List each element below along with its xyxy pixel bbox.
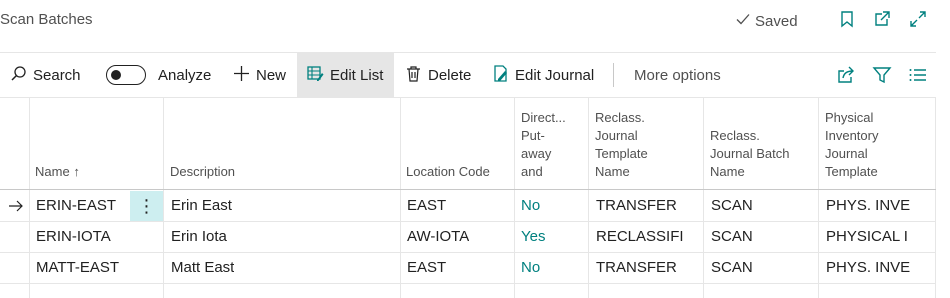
name-cell[interactable]: ERIN-IOTA — [36, 222, 111, 252]
header-line: Name — [710, 164, 745, 179]
saved-label: Saved — [755, 12, 798, 30]
delete-label: Delete — [428, 66, 472, 84]
directed-putaway-cell[interactable]: No — [521, 253, 540, 283]
column-header-directed-putaway[interactable]: Direct... Put- away and — [521, 109, 566, 181]
description-cell[interactable]: Erin Iota — [171, 222, 227, 252]
analyze-label: Analyze — [158, 66, 212, 84]
directed-putaway-cell[interactable]: No — [521, 191, 540, 221]
header-line: Reclass. — [710, 128, 760, 143]
search-icon — [10, 65, 27, 86]
header-line: Physical — [825, 110, 874, 125]
directed-putaway-cell[interactable]: Yes — [521, 222, 545, 252]
edit-list-icon — [307, 65, 324, 86]
location-code-cell[interactable]: EAST — [407, 191, 446, 221]
saved-status: Saved — [735, 11, 798, 31]
physical-template-cell[interactable]: PHYS. INVE — [826, 253, 931, 283]
action-divider — [613, 63, 614, 87]
header-line: Put- — [521, 128, 545, 143]
header-line: Name — [595, 164, 630, 179]
column-header-description[interactable]: Description — [170, 163, 235, 181]
row-actions-icon[interactable]: ⋮ — [130, 191, 163, 221]
reclass-batch-cell[interactable]: SCAN — [711, 222, 753, 252]
table-header: Name ↑ Description Location Code Direct.… — [0, 98, 936, 190]
reclass-batch-cell[interactable]: SCAN — [711, 253, 753, 283]
column-header-reclass-template[interactable]: Reclass. Journal Template Name — [595, 109, 648, 181]
edit-list-button[interactable]: Edit List — [297, 53, 394, 97]
header-line: Reclass. — [595, 110, 645, 125]
reclass-template-cell[interactable]: TRANSFER — [596, 191, 677, 221]
header-line: Journal Batch — [710, 146, 790, 161]
reclass-template-cell[interactable]: RECLASSIFI — [596, 222, 684, 252]
description-cell[interactable]: Erin East — [171, 191, 232, 221]
more-options-label: More options — [634, 66, 721, 84]
header-line: Template — [825, 164, 878, 179]
share-icon[interactable] — [836, 65, 856, 85]
page-title: Scan Batches — [0, 11, 93, 28]
name-cell[interactable]: MATT-EAST — [36, 253, 119, 283]
sort-ascending-icon: ↑ — [73, 164, 80, 179]
table-row[interactable]: ERIN-IOTA Erin Iota AW-IOTA Yes RECLASSI… — [0, 222, 936, 253]
column-header-physical-template[interactable]: Physical Inventory Journal Template — [825, 109, 878, 181]
edit-journal-label: Edit Journal — [515, 66, 595, 84]
more-options-button[interactable]: More options — [634, 53, 721, 97]
search-label: Search — [33, 66, 81, 84]
name-header-label: Name — [35, 164, 70, 179]
header-line: Inventory — [825, 128, 879, 143]
current-row-arrow-icon — [8, 198, 24, 214]
open-new-window-icon[interactable] — [873, 10, 891, 28]
name-cell[interactable]: ERIN-EAST — [36, 191, 116, 221]
delete-button[interactable]: Delete — [405, 53, 471, 97]
header-line: away — [521, 146, 552, 161]
edit-list-label: Edit List — [330, 66, 384, 84]
edit-journal-icon — [492, 64, 509, 86]
table-row[interactable]: MATT-EAST Matt East EAST No TRANSFER SCA… — [0, 253, 936, 284]
checkmark-icon — [735, 11, 751, 31]
location-code-cell[interactable]: EAST — [407, 253, 446, 283]
header-line: and — [521, 164, 543, 179]
reclass-batch-cell[interactable]: SCAN — [711, 191, 753, 221]
reclass-template-cell[interactable]: TRANSFER — [596, 253, 677, 283]
trash-icon — [405, 65, 422, 86]
column-header-name[interactable]: Name ↑ — [35, 163, 80, 181]
header-line: Direct... — [521, 110, 566, 125]
action-bar: Search Analyze New Edit List Delete Edit… — [0, 52, 936, 98]
plus-icon — [233, 65, 250, 86]
table-row[interactable]: ERIN-EAST ⋮ Erin East EAST No TRANSFER S… — [0, 191, 936, 222]
toggle-switch[interactable] — [106, 65, 146, 85]
title-bar: Scan Batches Saved — [0, 0, 950, 50]
physical-template-cell[interactable]: PHYS. INVE — [826, 191, 931, 221]
header-line: Journal — [595, 128, 638, 143]
column-header-location-code[interactable]: Location Code — [406, 163, 490, 181]
new-button[interactable]: New — [233, 53, 286, 97]
search-button[interactable]: Search — [10, 53, 81, 97]
analyze-toggle[interactable]: Analyze — [106, 53, 211, 97]
column-header-reclass-batch[interactable]: Reclass. Journal Batch Name — [710, 127, 790, 181]
bookmark-icon[interactable] — [838, 10, 856, 28]
expand-icon[interactable] — [909, 10, 927, 28]
header-line: Template — [595, 146, 648, 161]
new-label: New — [256, 66, 287, 84]
description-cell[interactable]: Matt East — [171, 253, 234, 283]
physical-template-cell[interactable]: PHYSICAL I — [826, 222, 931, 252]
list-view-icon[interactable] — [908, 65, 928, 85]
header-line: Journal — [825, 146, 868, 161]
location-code-cell[interactable]: AW-IOTA — [407, 222, 469, 252]
filter-icon[interactable] — [872, 65, 892, 85]
edit-journal-button[interactable]: Edit Journal — [492, 53, 594, 97]
